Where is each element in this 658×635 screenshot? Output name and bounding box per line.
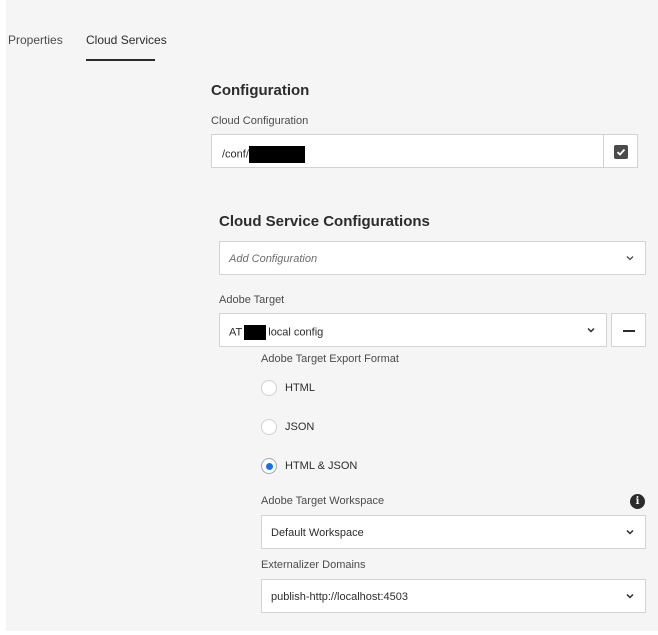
tab-cloud-services[interactable]: Cloud Services	[86, 32, 167, 48]
add-configuration-select[interactable]: Add Configuration	[219, 241, 646, 275]
cloud-service-configurations-heading: Cloud Service Configurations	[219, 213, 430, 230]
info-icon[interactable]: i	[630, 494, 645, 509]
tab-bar: Properties Cloud Services	[6, 0, 658, 62]
radio-button[interactable]	[261, 419, 277, 435]
externalizer-domains-select[interactable]: publish-http://localhost:4503	[261, 579, 646, 613]
redacted-block	[244, 325, 267, 340]
export-format-label: Adobe Target Export Format	[261, 353, 399, 365]
tab-properties[interactable]: Properties	[8, 32, 63, 48]
check-icon	[614, 145, 628, 159]
minus-icon	[623, 330, 635, 332]
chevron-down-icon	[626, 256, 634, 261]
adobe-target-select[interactable]: AT local config	[219, 313, 607, 347]
workspace-label: Adobe Target Workspace	[261, 495, 385, 507]
chevron-down-icon	[626, 593, 634, 599]
externalizer-domains-value: publish-http://localhost:4503	[271, 591, 408, 603]
radio-label: HTML	[285, 382, 315, 394]
add-configuration-placeholder: Add Configuration	[229, 253, 318, 265]
adobe-target-value: AT local config	[229, 325, 324, 340]
cloud-configuration-label: Cloud Configuration	[211, 115, 309, 127]
redacted-block	[248, 146, 305, 163]
workspace-value: Default Workspace	[271, 527, 364, 539]
radio-label: JSON	[285, 421, 315, 433]
cloud-configuration-picker-button[interactable]	[603, 134, 638, 168]
radio-label: HTML & JSON	[285, 460, 358, 472]
active-tab-indicator	[86, 59, 155, 61]
externalizer-domains-label: Externalizer Domains	[261, 559, 366, 571]
workspace-select[interactable]: Default Workspace	[261, 515, 646, 549]
remove-configuration-button[interactable]	[611, 313, 646, 347]
adobe-target-label: Adobe Target	[219, 294, 285, 306]
radio-button[interactable]	[261, 380, 277, 396]
configuration-heading: Configuration	[211, 82, 310, 99]
chevron-down-icon	[626, 529, 634, 535]
cloud-configuration-input[interactable]: /conf/	[211, 134, 604, 168]
radio-button-selected[interactable]	[261, 458, 277, 474]
chevron-down-icon	[587, 327, 595, 333]
cloud-services-panel: Properties Cloud Services Configuration …	[6, 0, 658, 631]
cloud-configuration-value: /conf/	[222, 146, 305, 163]
